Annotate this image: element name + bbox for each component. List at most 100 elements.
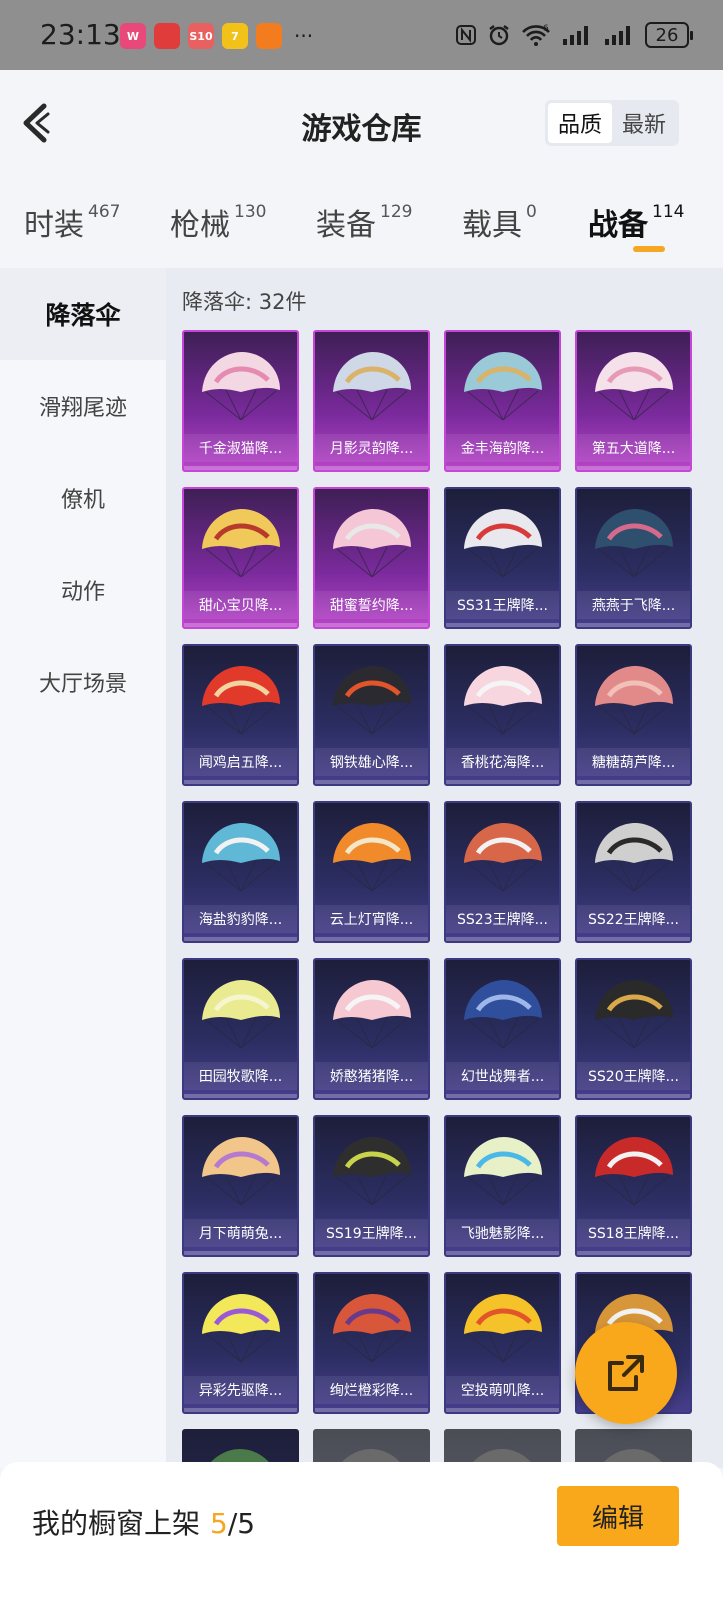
tab-vehicles[interactable]: 载具 0 xyxy=(462,200,537,244)
parachute-item-card[interactable]: 云上灯宵降... xyxy=(313,801,430,943)
showcase-current: 5 xyxy=(210,1507,228,1540)
parachute-image xyxy=(464,823,542,892)
parachute-item-card[interactable]: 香桃花海降... xyxy=(444,644,561,786)
parachute-item-name: 甜心宝贝降... xyxy=(184,591,297,619)
card-divider xyxy=(315,1094,428,1098)
parachute-item-card[interactable]: 空投萌叽降... xyxy=(444,1272,561,1414)
parachute-image xyxy=(464,1137,542,1206)
showcase-status: 我的橱窗上架 5 /5 xyxy=(32,1502,255,1542)
tab-firearms[interactable]: 枪械 130 xyxy=(170,200,266,244)
share-button[interactable] xyxy=(575,1322,677,1424)
sidebar-item-emote[interactable]: 动作 xyxy=(0,544,166,636)
tab-count: 130 xyxy=(234,202,267,222)
parachute-image xyxy=(595,352,673,421)
tab-label: 载具 xyxy=(462,208,522,243)
parachute-item-card[interactable]: 甜心宝贝降... xyxy=(182,487,299,629)
parachute-item-card[interactable]: 娇憨猪猪降... xyxy=(313,958,430,1100)
showcase-footer: 我的橱窗上架 5 /5 编辑 xyxy=(0,1462,723,1600)
parachute-item-card[interactable]: SS18王牌降... xyxy=(575,1115,692,1257)
parachute-item-card[interactable]: 田园牧歌降... xyxy=(182,958,299,1100)
card-divider xyxy=(184,466,297,470)
tab-active-indicator xyxy=(633,246,665,252)
parachute-item-name: 香桃花海降... xyxy=(446,748,559,776)
tab-combat-gear[interactable]: 战备 114 xyxy=(588,200,684,244)
parachute-item-card[interactable]: 绚烂橙彩降... xyxy=(313,1272,430,1414)
parachute-image xyxy=(464,666,542,735)
parachute-item-name: 月下萌萌兔... xyxy=(184,1219,297,1247)
parachute-item-name: 海盐豹豹降... xyxy=(184,905,297,933)
parachute-item-card[interactable]: 月下萌萌兔... xyxy=(182,1115,299,1257)
parachute-image xyxy=(202,352,280,421)
app-icon-4: 7 xyxy=(222,23,248,49)
parachute-item-card[interactable]: SS19王牌降... xyxy=(313,1115,430,1257)
parachute-item-card[interactable]: 燕燕于飞降... xyxy=(575,487,692,629)
parachute-image xyxy=(595,1137,673,1206)
card-divider xyxy=(184,780,297,784)
wifi-icon: 6 xyxy=(522,24,550,46)
item-panel: 降落伞: 32件 千金淑猫降... 月影灵韵降... 金丰海韵降... 第五大道降..… xyxy=(166,268,723,1468)
tab-fashion[interactable]: 时装 467 xyxy=(24,200,120,244)
parachute-item-card[interactable]: SS23王牌降... xyxy=(444,801,561,943)
card-divider xyxy=(577,466,690,470)
parachute-item-card[interactable]: SS31王牌降... xyxy=(444,487,561,629)
category-tabs: 时装 467 枪械 130 装备 129 载具 0 战备 114 xyxy=(0,190,723,260)
edit-button[interactable]: 编辑 xyxy=(557,1486,679,1546)
card-divider xyxy=(315,1251,428,1255)
tab-count: 114 xyxy=(652,202,685,222)
sort-quality-button[interactable]: 品质 xyxy=(547,103,612,143)
parachute-item-card[interactable]: 千金淑猫降... xyxy=(182,330,299,472)
card-divider xyxy=(446,780,559,784)
sidebar-item-lobby-scene[interactable]: 大厅场景 xyxy=(0,636,166,728)
parachute-item-card[interactable]: 月影灵韵降... xyxy=(313,330,430,472)
card-divider xyxy=(446,1094,559,1098)
card-divider xyxy=(577,1251,690,1255)
sort-newest-button[interactable]: 最新 xyxy=(612,103,676,143)
parachute-item-name: 娇憨猪猪降... xyxy=(315,1062,428,1090)
parachute-item-card[interactable]: 飞驰魅影降... xyxy=(444,1115,561,1257)
parachute-item-card[interactable]: 海盐豹豹降... xyxy=(182,801,299,943)
card-divider xyxy=(315,1408,428,1412)
sidebar-item-glide-trail[interactable]: 滑翔尾迹 xyxy=(0,360,166,452)
sidebar-item-parachute[interactable]: 降落伞 xyxy=(0,268,166,360)
showcase-total: /5 xyxy=(227,1507,256,1540)
card-divider xyxy=(577,1094,690,1098)
parachute-item-card[interactable]: 金丰海韵降... xyxy=(444,330,561,472)
parachute-item-name: SS20王牌降... xyxy=(577,1062,690,1090)
parachute-item-card[interactable]: 甜蜜誓约降... xyxy=(313,487,430,629)
parachute-item-card[interactable]: 闻鸡启五降... xyxy=(182,644,299,786)
parachute-image xyxy=(333,352,411,421)
card-divider xyxy=(184,1408,297,1412)
parachute-item-card[interactable]: 钢铁雄心降... xyxy=(313,644,430,786)
svg-text:6: 6 xyxy=(543,24,549,34)
parachute-image xyxy=(464,352,542,421)
parachute-item-card[interactable]: 糖糖葫芦降... xyxy=(575,644,692,786)
section-count-label: 降落伞: 32件 xyxy=(182,290,307,314)
parachute-item-name: SS31王牌降... xyxy=(446,591,559,619)
sidebar-item-wingman[interactable]: 僚机 xyxy=(0,452,166,544)
parachute-item-card[interactable]: 异彩先驱降... xyxy=(182,1272,299,1414)
parachute-item-card[interactable]: SS20王牌降... xyxy=(575,958,692,1100)
parachute-image xyxy=(202,1137,280,1206)
parachute-item-name: 月影灵韵降... xyxy=(315,434,428,462)
parachute-item-name: 异彩先驱降... xyxy=(184,1376,297,1404)
tab-label: 时装 xyxy=(24,208,84,243)
signal-icon-2 xyxy=(605,26,630,45)
app-icon-1: W xyxy=(120,23,146,49)
card-divider xyxy=(577,937,690,941)
nfc-icon xyxy=(456,25,476,45)
parachute-item-name: 金丰海韵降... xyxy=(446,434,559,462)
card-divider xyxy=(184,937,297,941)
tab-count: 0 xyxy=(526,202,537,222)
parachute-item-card[interactable]: SS22王牌降... xyxy=(575,801,692,943)
card-divider xyxy=(315,937,428,941)
signal-icon xyxy=(563,26,588,45)
parachute-image xyxy=(595,509,673,578)
parachute-image xyxy=(333,509,411,578)
parachute-image xyxy=(202,980,280,1049)
parachute-image xyxy=(464,1294,542,1363)
parachute-item-card[interactable]: 幻世战舞者... xyxy=(444,958,561,1100)
parachute-image xyxy=(333,1294,411,1363)
parachute-item-card[interactable]: 第五大道降... xyxy=(575,330,692,472)
tab-equipment[interactable]: 装备 129 xyxy=(316,200,412,244)
card-divider xyxy=(315,780,428,784)
